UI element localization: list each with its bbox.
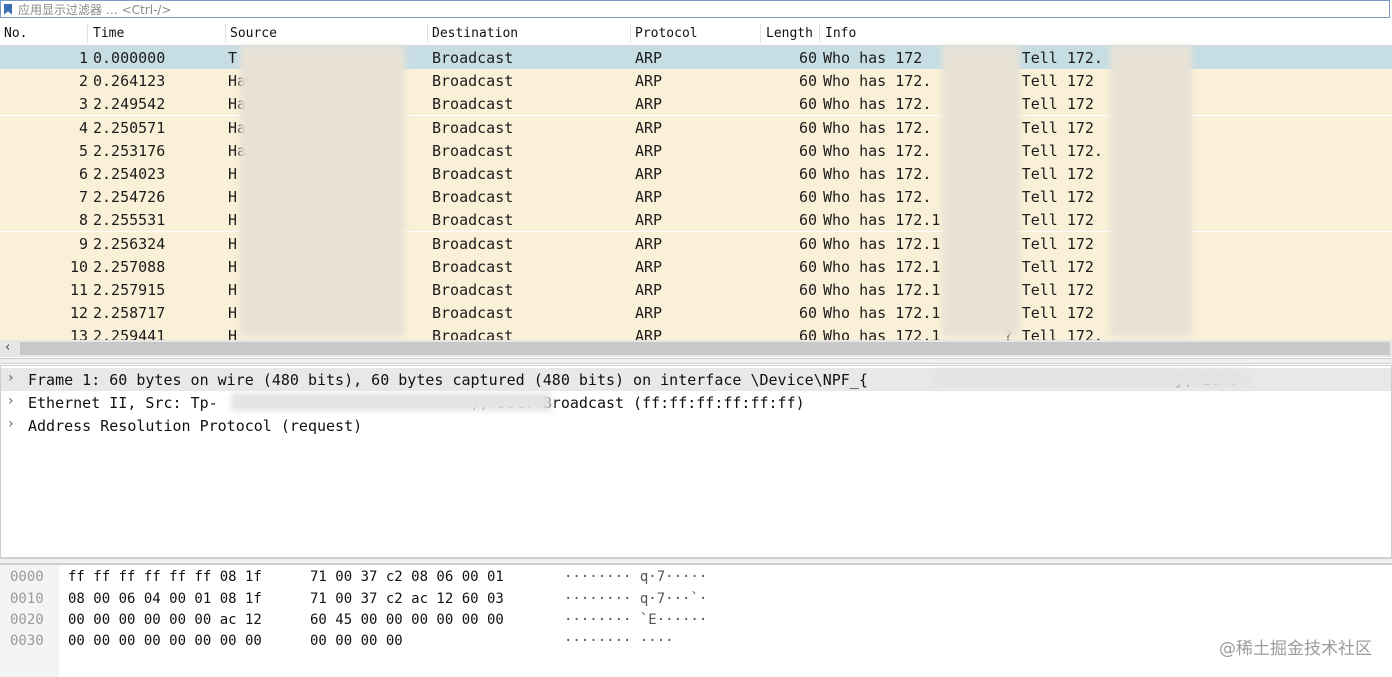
pane-splitter[interactable] xyxy=(0,358,1392,364)
byte-offset: 0010 xyxy=(10,591,44,607)
packet-list-header: No. Time Source Destination Protocol Len… xyxy=(0,22,1392,46)
hex-bytes[interactable]: 00 00 00 00 00 00 ac 12 xyxy=(68,612,262,628)
packet-length: 60 xyxy=(798,304,817,323)
chevron-left-icon[interactable]: ‹ xyxy=(5,340,10,355)
ascii-bytes[interactable]: ········ q·7····· xyxy=(564,569,707,585)
packet-length: 60 xyxy=(798,165,817,183)
bookmark-icon[interactable] xyxy=(4,3,12,15)
column-divider[interactable] xyxy=(630,24,631,43)
redaction-blur xyxy=(931,370,1251,388)
packet-length: 60 xyxy=(798,211,817,230)
packet-length: 60 xyxy=(798,49,817,67)
packet-list-hscrollbar[interactable]: ‹ xyxy=(0,340,1392,357)
column-header-destination[interactable]: Destination xyxy=(432,26,518,41)
hex-bytes[interactable]: 71 00 37 c2 08 06 00 01 xyxy=(310,569,504,585)
redaction-blur xyxy=(942,46,1020,336)
detail-arp[interactable]: › Address Resolution Protocol (request) xyxy=(1,414,1391,437)
packet-length: 60 xyxy=(798,72,817,91)
column-header-time[interactable]: Time xyxy=(93,26,124,41)
column-divider[interactable] xyxy=(427,24,428,43)
packet-length: 60 xyxy=(798,188,817,207)
packet-bytes-pane[interactable]: 0000 ff ff ff ff ff ff 08 1f 71 00 37 c2… xyxy=(0,564,1392,677)
packet-length: 60 xyxy=(798,95,817,114)
packet-length: 60 xyxy=(798,141,817,160)
packet-length: 60 xyxy=(798,281,817,299)
column-header-length[interactable]: Length xyxy=(766,26,813,41)
ascii-bytes[interactable]: ········ q·7···`· xyxy=(564,591,707,607)
packet-length: 60 xyxy=(798,327,817,340)
chevron-right-icon[interactable]: › xyxy=(8,393,14,409)
chevron-right-icon[interactable]: › xyxy=(8,416,14,432)
redaction-blur xyxy=(240,46,405,336)
packet-details-pane[interactable]: › Frame 1: 60 bytes on wire (480 bits), … xyxy=(0,365,1392,558)
hex-bytes[interactable]: 08 00 06 04 00 01 08 1f xyxy=(68,591,262,607)
column-header-source[interactable]: Source xyxy=(230,26,277,41)
packet-length: 60 xyxy=(798,234,817,253)
ascii-bytes[interactable]: ········ `E······ xyxy=(564,612,707,628)
packet-length: 60 xyxy=(798,118,817,137)
redaction-blur xyxy=(231,393,551,411)
watermark: @稀土掘金技术社区 xyxy=(1219,639,1372,659)
column-divider[interactable] xyxy=(819,24,820,43)
byte-offset: 0030 xyxy=(10,633,44,649)
column-divider[interactable] xyxy=(87,24,88,43)
detail-ethernet[interactable]: › Ethernet II, Src: Tp- ), Dst: Broadcas… xyxy=(1,391,1391,414)
chevron-right-icon[interactable]: › xyxy=(8,370,14,386)
byte-offset: 0020 xyxy=(10,612,44,628)
packet-length: 60 xyxy=(798,257,817,276)
hex-bytes[interactable]: 00 00 00 00 00 00 00 00 xyxy=(68,633,262,649)
detail-text: Address Resolution Protocol (request) xyxy=(28,417,363,435)
display-filter-bar[interactable]: 应用显示过滤器 … <Ctrl-/> xyxy=(0,0,1390,18)
display-filter-input[interactable]: 应用显示过滤器 … <Ctrl-/> xyxy=(18,1,171,18)
hex-bytes[interactable]: 00 00 00 00 xyxy=(310,633,403,649)
byte-offset: 0000 xyxy=(10,569,44,585)
column-divider[interactable] xyxy=(760,24,761,43)
scrollbar-thumb[interactable] xyxy=(20,342,1390,355)
packet-list[interactable]: No. Time Source Destination Protocol Len… xyxy=(0,22,1392,340)
ascii-bytes[interactable]: ········ ···· xyxy=(564,633,674,649)
column-divider[interactable] xyxy=(225,24,226,43)
hex-bytes[interactable]: 71 00 37 c2 ac 12 60 03 xyxy=(310,591,504,607)
hex-bytes[interactable]: 60 45 00 00 00 00 00 00 xyxy=(310,612,504,628)
redaction-blur xyxy=(1110,46,1192,336)
hex-bytes[interactable]: ff ff ff ff ff ff 08 1f xyxy=(68,569,262,585)
column-header-protocol[interactable]: Protocol xyxy=(635,26,698,41)
column-header-no[interactable]: No. xyxy=(4,26,27,41)
column-header-info[interactable]: Info xyxy=(825,26,856,41)
